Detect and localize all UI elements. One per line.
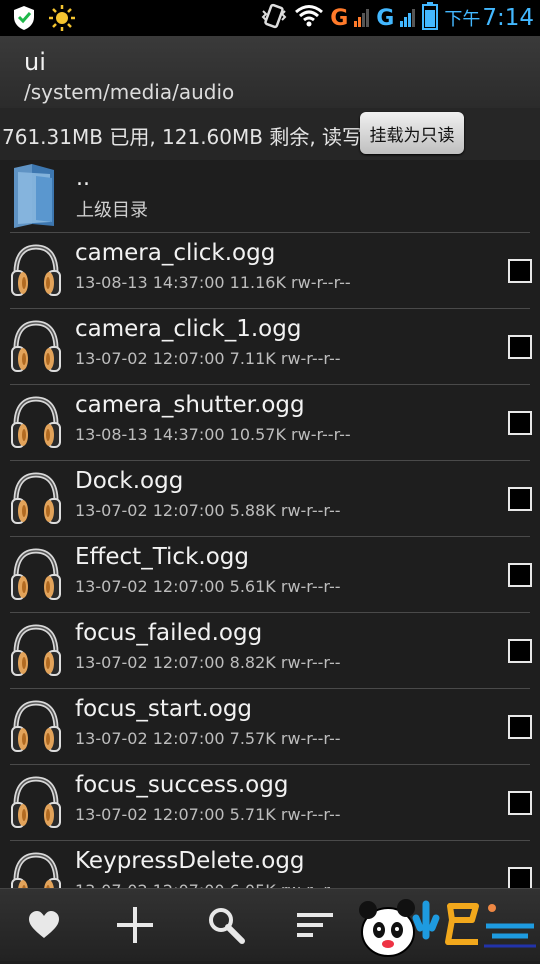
file-checkbox[interactable]	[508, 563, 532, 587]
file-name: focus_success.ogg	[75, 772, 289, 798]
file-row[interactable]: focus_failed.ogg 13-07-02 12:07:00 8.82K…	[10, 612, 532, 688]
audio-file-icon	[10, 547, 62, 607]
status-bar: G G 下午7:14	[0, 0, 540, 36]
file-name: camera_shutter.ogg	[75, 392, 305, 418]
vibrate-icon	[260, 3, 288, 33]
battery-icon	[422, 2, 439, 34]
file-checkbox[interactable]	[508, 791, 532, 815]
file-meta: 13-07-02 12:07:00 5.71K rw-r--r--	[75, 805, 341, 824]
file-row[interactable]: focus_start.ogg 13-07-02 12:07:00 7.57K …	[10, 688, 532, 764]
wifi-icon	[294, 4, 324, 32]
audio-file-icon	[10, 623, 62, 683]
audio-file-icon	[10, 319, 62, 379]
storage-info-bar: 761.31MB 已用, 121.60MB 剩余, 读写 挂载为只读	[0, 108, 540, 160]
clock: 7:14	[482, 5, 534, 31]
current-path: /system/media/audio	[24, 80, 235, 104]
file-row[interactable]: camera_shutter.ogg 13-08-13 14:37:00 10.…	[10, 384, 532, 460]
file-name: Dock.ogg	[75, 468, 184, 494]
plus-icon[interactable]	[111, 901, 159, 949]
mount-readonly-button[interactable]: 挂载为只读	[360, 112, 464, 154]
heart-icon[interactable]	[20, 901, 68, 949]
file-name: camera_click_1.ogg	[75, 316, 302, 342]
signal-icon-1	[354, 5, 370, 31]
audio-file-icon	[10, 775, 62, 835]
audio-file-icon	[10, 243, 62, 303]
audio-file-icon	[10, 471, 62, 531]
parent-dots: ..	[76, 166, 90, 191]
file-meta: 13-07-02 12:07:00 5.61K rw-r--r--	[75, 577, 341, 596]
file-list: camera_click.ogg 13-08-13 14:37:00 11.16…	[0, 232, 540, 916]
page-title: ui	[24, 48, 46, 76]
file-checkbox[interactable]	[508, 259, 532, 283]
network-type-2: G	[376, 5, 395, 31]
file-row[interactable]: Effect_Tick.ogg 13-07-02 12:07:00 5.61K …	[10, 536, 532, 612]
file-name: focus_failed.ogg	[75, 620, 263, 646]
parent-directory-label: 上级目录	[76, 200, 148, 221]
file-checkbox[interactable]	[508, 411, 532, 435]
file-meta: 13-07-02 12:07:00 7.57K rw-r--r--	[75, 729, 341, 748]
brightness-icon	[48, 4, 76, 36]
file-meta: 13-07-02 12:07:00 7.11K rw-r--r--	[75, 349, 341, 368]
network-type-1: G	[330, 5, 349, 31]
file-meta: 13-08-13 14:37:00 10.57K rw-r--r--	[75, 425, 351, 444]
watermark-logo	[352, 892, 540, 960]
folder-icon	[10, 162, 60, 234]
sort-icon[interactable]	[291, 901, 339, 949]
file-meta: 13-07-02 12:07:00 5.88K rw-r--r--	[75, 501, 341, 520]
file-checkbox[interactable]	[508, 487, 532, 511]
time-period: 下午	[444, 9, 481, 30]
file-row[interactable]: Dock.ogg 13-07-02 12:07:00 5.88K rw-r--r…	[10, 460, 532, 536]
storage-usage-text: 761.31MB 已用, 121.60MB 剩余, 读写	[2, 125, 363, 149]
file-name: KeypressDelete.ogg	[75, 848, 305, 874]
parent-directory-row[interactable]: .. 上级目录	[0, 160, 540, 232]
header: ui /system/media/audio	[0, 36, 540, 108]
audio-file-icon	[10, 395, 62, 455]
file-row[interactable]: camera_click.ogg 13-08-13 14:37:00 11.16…	[10, 232, 532, 308]
file-checkbox[interactable]	[508, 639, 532, 663]
file-row[interactable]: focus_success.ogg 13-07-02 12:07:00 5.71…	[10, 764, 532, 840]
file-meta: 13-07-02 12:07:00 8.82K rw-r--r--	[75, 653, 341, 672]
file-name: Effect_Tick.ogg	[75, 544, 249, 570]
file-checkbox[interactable]	[508, 715, 532, 739]
file-meta: 13-08-13 14:37:00 11.16K rw-r--r--	[75, 273, 351, 292]
signal-icon-2	[400, 5, 416, 31]
search-icon[interactable]	[202, 901, 250, 949]
file-name: focus_start.ogg	[75, 696, 253, 722]
file-checkbox[interactable]	[508, 335, 532, 359]
shield-icon	[12, 5, 36, 35]
audio-file-icon	[10, 699, 62, 759]
file-name: camera_click.ogg	[75, 240, 276, 266]
file-row[interactable]: camera_click_1.ogg 13-07-02 12:07:00 7.1…	[10, 308, 532, 384]
